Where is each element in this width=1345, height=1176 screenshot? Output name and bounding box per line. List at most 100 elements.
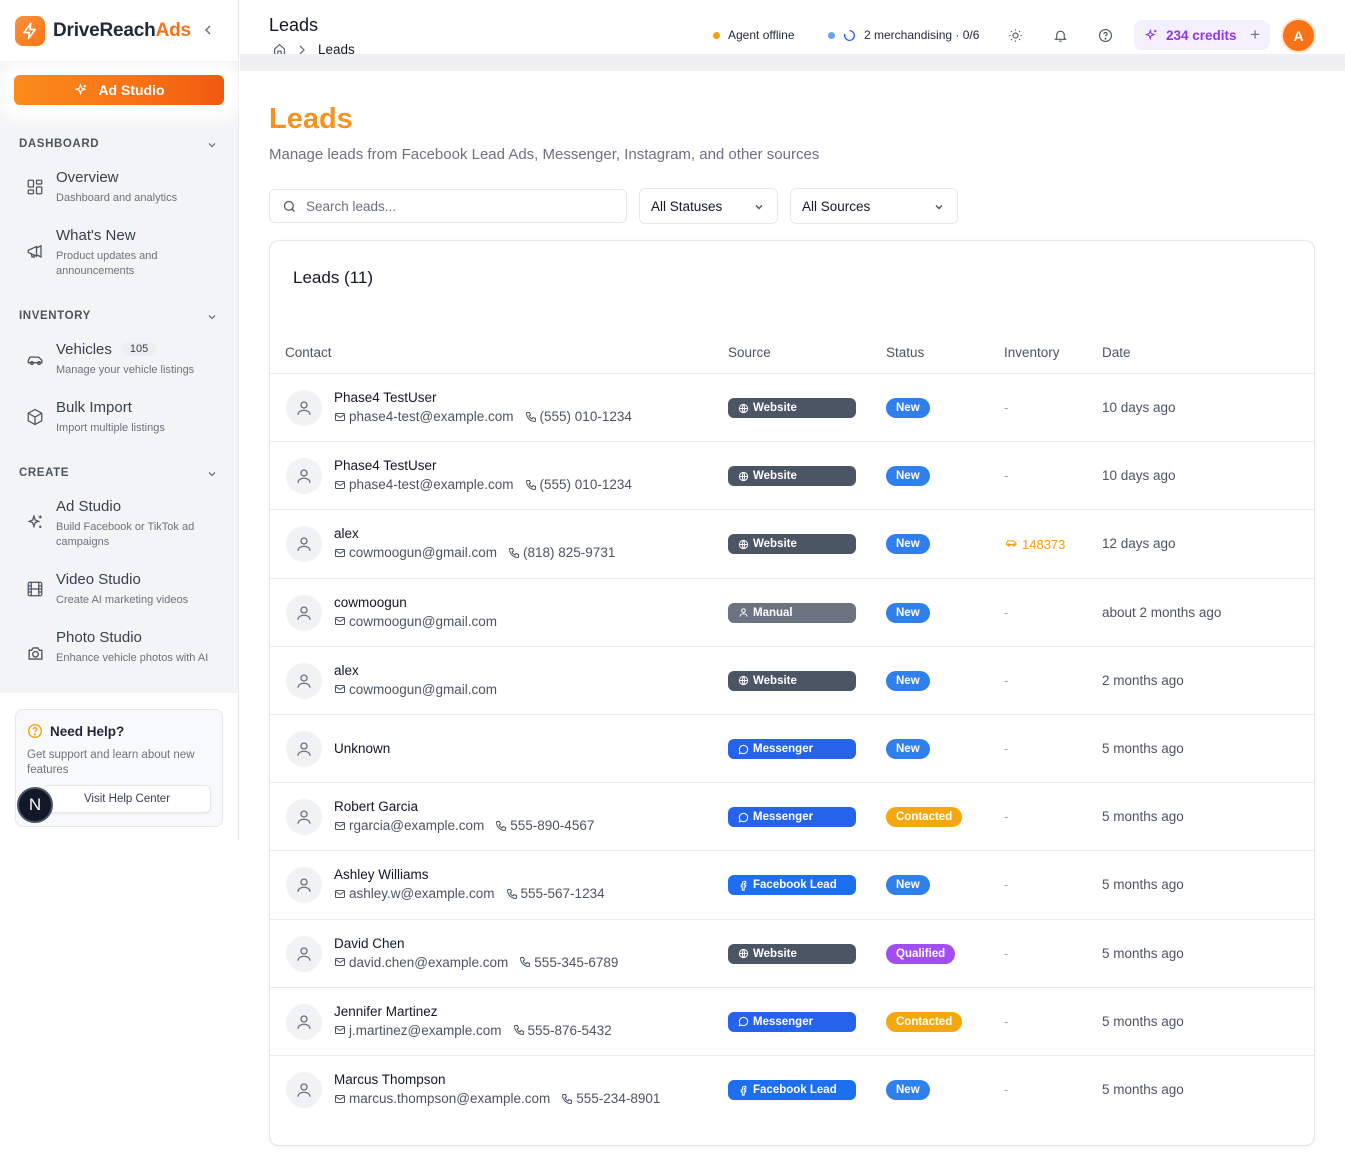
contact-email: ashley.w@example.com	[349, 886, 495, 902]
phone-icon	[525, 411, 537, 423]
inventory-link[interactable]: 148373	[1004, 536, 1065, 552]
status-dot	[828, 31, 835, 39]
inventory-value: -	[1004, 945, 1009, 961]
header-divider	[240, 54, 1345, 71]
user-avatar[interactable]: A	[1283, 20, 1314, 51]
contact-details: cowmoogun@gmail.com (818) 825-9731	[334, 545, 615, 560]
source-label: Facebook Lead	[753, 1084, 837, 1096]
source-filter-select[interactable]: All Sources	[790, 188, 958, 224]
sidebar-item-photo-studio[interactable]: Photo Studio Enhance vehicle photos with…	[24, 629, 224, 681]
visit-help-center-button[interactable]: Visit Help Center	[43, 785, 211, 813]
ad-studio-wrapper: Ad Studio	[0, 62, 238, 128]
status-badge: New	[886, 602, 930, 623]
source-label: Facebook Lead	[753, 879, 837, 892]
chevron-down-icon[interactable]	[206, 311, 218, 323]
column-header-inventory: Inventory	[1004, 345, 1060, 360]
sidebar-item-vehicles[interactable]: Vehicles 105 Manage your vehicle listings	[24, 341, 224, 381]
contact-phone: 555-876-5432	[527, 1022, 612, 1038]
brand-name: DriveReachAds	[53, 19, 191, 41]
theme-toggle-button[interactable]	[1006, 26, 1024, 44]
phone-icon	[519, 956, 531, 968]
inventory-stock-number: 148373	[1022, 536, 1066, 552]
table-row[interactable]: Phase4 TestUser phase4-test@example.com (5…	[270, 441, 1314, 509]
contact-email: cowmoogun@gmail.com	[349, 681, 498, 697]
table-row[interactable]: alex cowmoogun@gmail.com (818) 825-9731 Web…	[270, 509, 1314, 577]
lead-date: 10 days ago	[1102, 468, 1176, 484]
source-badge: Messenger	[728, 807, 856, 828]
source-badge: Manual	[728, 602, 856, 623]
phone-icon	[513, 1024, 525, 1036]
source-label: Messenger	[753, 811, 814, 824]
phone-icon	[561, 1093, 573, 1105]
chevron-left-icon	[204, 25, 211, 35]
contact-name: alex	[334, 526, 359, 542]
section-inventory[interactable]: INVENTORY	[19, 310, 91, 322]
sidebar-item-ad-studio[interactable]: Ad Studio Build Facebook or TikTok ad ca…	[24, 498, 224, 550]
table-row[interactable]: cowmoogun cowmoogun@gmail.com Manual New - ab…	[270, 577, 1314, 646]
table-row[interactable]: Marcus Thompson marcus.thompson@example.c…	[270, 1055, 1314, 1123]
source-label: Website	[753, 674, 797, 687]
chevron-down-icon[interactable]	[206, 139, 218, 151]
sidebar-item-video-studio[interactable]: Video Studio Create AI marketing videos	[24, 571, 224, 611]
source-badge: Messenger	[728, 739, 856, 759]
table-row[interactable]: David Chen david.chen@example.com 555-345-…	[270, 918, 1314, 987]
search-input[interactable]	[306, 198, 606, 214]
facebook-icon	[738, 1085, 749, 1096]
contact-name: Marcus Thompson	[334, 1072, 446, 1087]
sidebar-item-title: Overview	[56, 169, 119, 186]
table-row[interactable]: Jennifer Martinez j.martinez@example.com 5…	[270, 986, 1314, 1055]
table-row[interactable]: Robert Garcia rgarcia@example.com 555-890-…	[270, 782, 1314, 850]
section-create[interactable]: CREATE	[19, 467, 69, 479]
leads-card: Leads (11) Contact Source Status Invento…	[269, 240, 1315, 1146]
status-badge: New	[886, 466, 930, 487]
sidebar-item-bulk-import[interactable]: Bulk Import Import multiple listings	[24, 399, 224, 439]
phone-icon	[506, 888, 518, 900]
merch-status-label: 2 merchandising · 0/6	[864, 28, 980, 42]
user-avatar-badge[interactable]: N	[17, 787, 53, 823]
chat-bubble-icon	[738, 744, 749, 755]
source-badge: Facebook Lead	[728, 875, 856, 896]
credits-button[interactable]: 234 credits +	[1134, 20, 1270, 50]
status-filter-select[interactable]: All Statuses	[639, 188, 778, 224]
search-box[interactable]	[269, 189, 627, 223]
sidebar-item-subtitle: Enhance vehicle photos with AI	[56, 652, 209, 664]
contact-details: cowmoogun@gmail.com	[334, 682, 497, 697]
table-row[interactable]: Ashley Williams ashley.w@example.com 555-5…	[270, 850, 1314, 918]
mail-icon	[334, 411, 346, 423]
contact-avatar-icon	[286, 935, 322, 972]
mail-icon	[334, 1024, 346, 1036]
source-badge: Website	[728, 670, 856, 691]
lead-date: 12 days ago	[1102, 536, 1176, 552]
lead-date: 5 months ago	[1102, 877, 1184, 893]
contact-avatar-icon	[286, 731, 322, 767]
chevron-down-icon[interactable]	[206, 468, 218, 480]
contact-details: cowmoogun@gmail.com	[334, 614, 497, 629]
inventory-value: -	[1004, 741, 1009, 756]
package-icon	[24, 406, 46, 428]
contact-name: Robert Garcia	[334, 799, 419, 815]
contact-details: rgarcia@example.com 555-890-4567	[334, 818, 594, 833]
contact-avatar-icon	[286, 526, 322, 563]
table-row[interactable]: alex cowmoogun@gmail.com Website New - 2 mont…	[270, 645, 1314, 714]
collapse-sidebar-button[interactable]	[200, 20, 216, 40]
sidebar-item-subtitle: Dashboard and analytics	[56, 192, 178, 204]
table-row[interactable]: Unknown Messenger New - 5 months ago	[270, 714, 1314, 782]
globe-icon	[738, 471, 749, 482]
sidebar-item-overview[interactable]: Overview Dashboard and analytics	[24, 169, 224, 209]
help-button[interactable]	[1096, 26, 1114, 44]
lead-date: 5 months ago	[1102, 1013, 1184, 1029]
source-badge: Website	[728, 398, 856, 418]
table-row[interactable]: Phase4 TestUser phase4-test@example.com (5…	[270, 373, 1314, 441]
section-dashboard[interactable]: DASHBOARD	[19, 138, 99, 150]
inventory-value: -	[1004, 672, 1009, 688]
contact-avatar-icon	[286, 867, 322, 904]
contact-details: j.martinez@example.com 555-876-5432	[334, 1023, 612, 1038]
mail-icon	[334, 683, 346, 695]
add-credits-icon[interactable]: +	[1250, 25, 1260, 45]
mail-icon	[334, 479, 346, 491]
contact-name: Jennifer Martinez	[334, 1003, 438, 1019]
sidebar-item-whats-new[interactable]: What's New Product updates and announcem…	[24, 227, 224, 279]
notifications-button[interactable]	[1051, 26, 1069, 44]
ad-studio-button[interactable]: Ad Studio	[14, 75, 224, 105]
mail-icon	[334, 820, 346, 832]
